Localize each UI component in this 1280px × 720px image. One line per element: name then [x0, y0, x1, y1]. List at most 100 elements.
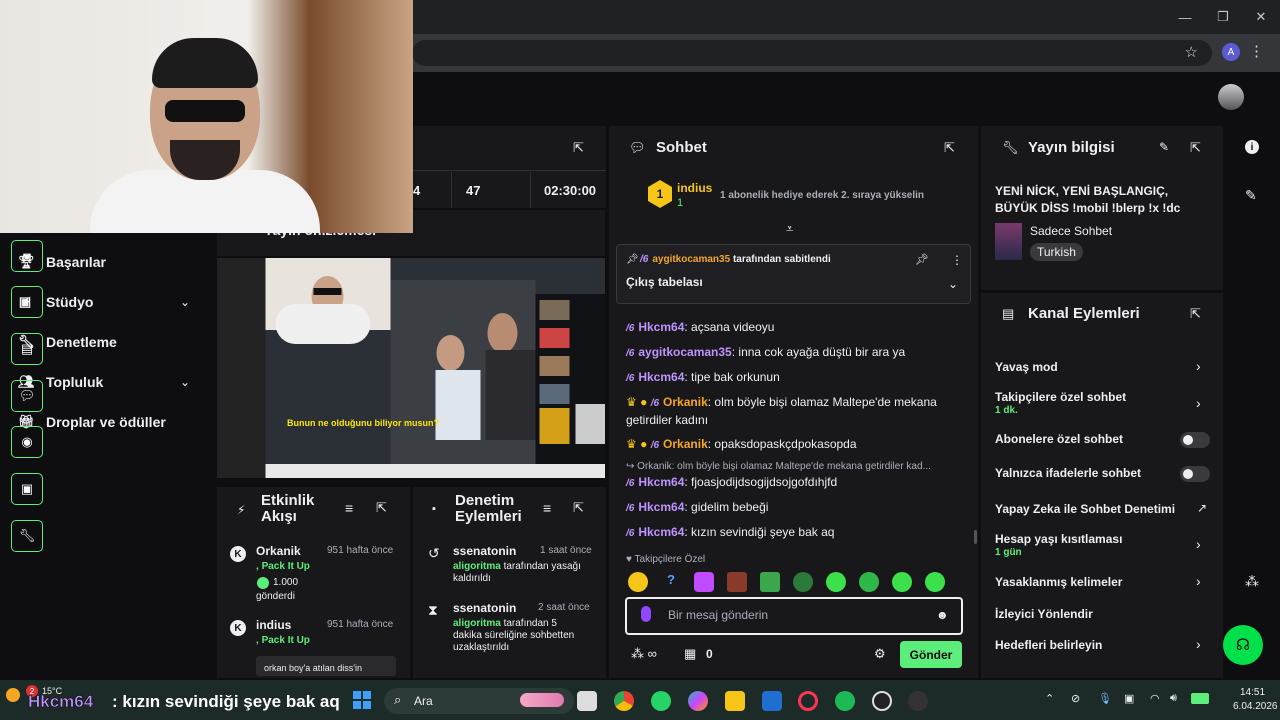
emote-only-toggle[interactable] [1180, 466, 1210, 482]
action-account-age[interactable]: Hesap yaşı kısıtlaması [995, 532, 1122, 546]
sub-only-toggle[interactable] [1180, 432, 1210, 448]
chevron-right-icon[interactable]: › [1196, 358, 1201, 374]
category-name[interactable]: Sadece Sohbet [1030, 224, 1112, 238]
sidebar-item-studio[interactable]: ▣ Stüdyo [18, 290, 198, 314]
camera-icon[interactable]: ◙ [11, 240, 43, 272]
action-raid[interactable]: İzleyici Yönlendir [995, 607, 1093, 621]
maximize-button[interactable]: ❐ [1204, 0, 1242, 34]
layout-icon[interactable]: ▣ [11, 473, 43, 505]
close-window-button[interactable]: ✕ [1242, 0, 1280, 34]
chevron-right-icon[interactable]: › [1196, 636, 1201, 652]
activity-user[interactable]: Orkanik [256, 544, 301, 558]
action-followers-only[interactable]: Takipçilere özel sohbet [995, 390, 1126, 404]
popout-icon[interactable]: ⇱ [1190, 306, 1201, 322]
emote-icon[interactable] [892, 572, 912, 592]
emote-icon[interactable] [859, 572, 879, 592]
tray-icon[interactable]: ⊘ [1071, 692, 1080, 705]
action-slow-mode[interactable]: Yavaş mod [995, 360, 1058, 374]
tag-pill[interactable]: Turkish [1030, 243, 1083, 261]
info-icon[interactable]: i [1245, 140, 1259, 154]
profile-avatar[interactable]: A [1222, 43, 1240, 61]
windows-start-icon[interactable] [353, 691, 371, 709]
action-emote-only[interactable]: Yalnızca ifadelerle sohbet [995, 466, 1141, 480]
collapse-icon[interactable]: ⩡ [786, 221, 793, 237]
popout-icon[interactable]: ⇱ [1190, 140, 1201, 156]
send-button[interactable]: Gönder [900, 641, 962, 668]
clock-date[interactable]: 6.04.2026 [1233, 701, 1278, 712]
edit-pencil-icon[interactable]: ✎ [1159, 140, 1169, 154]
unpin-icon[interactable]: 📌︎ [915, 253, 929, 266]
edit-pencil-icon[interactable]: ✎ [1245, 187, 1257, 204]
lightning-icon[interactable]: ⚡︎ [11, 286, 43, 318]
stream-preview[interactable]: Bunun ne olduğunu biliyor musun? [217, 258, 605, 478]
chat-scrollbar[interactable] [974, 530, 977, 544]
mod-target-user[interactable]: ssenatonin [453, 601, 516, 615]
mod-target-user[interactable]: ssenatonin [453, 544, 516, 558]
emote-icon[interactable] [793, 572, 813, 592]
spotify-icon[interactable] [835, 691, 855, 711]
user-avatar[interactable] [1218, 84, 1244, 110]
activity-user[interactable]: indius [256, 618, 291, 632]
copilot-icon[interactable] [688, 691, 708, 711]
top-gifter-user[interactable]: indius [677, 181, 712, 195]
wrench-icon[interactable]: 🔧︎ [11, 520, 43, 552]
emote-icon[interactable] [727, 572, 747, 592]
chat-bubble-icon[interactable]: 💬︎ [11, 380, 43, 412]
store-icon[interactable]: ▦ [684, 646, 696, 662]
chevron-right-icon[interactable]: › [1196, 573, 1201, 589]
emote-icon[interactable] [925, 572, 945, 592]
tray-icon[interactable]: ▣ [1124, 692, 1134, 705]
action-sub-only[interactable]: Abonelere özel sohbet [995, 432, 1123, 446]
file-explorer-icon[interactable] [725, 691, 745, 711]
action-banned-words[interactable]: Yasaklanmış kelimeler [995, 575, 1122, 589]
chevron-right-icon[interactable]: › [1196, 395, 1201, 411]
popout-icon[interactable]: ⇱ [944, 140, 955, 156]
wifi-icon[interactable]: ◠ [1150, 692, 1160, 705]
settings-gear-icon[interactable]: ⚙︎ [874, 646, 886, 662]
microphone-icon[interactable]: 🎙︎ [1098, 692, 1112, 705]
action-goals[interactable]: Hedefleri belirleyin [995, 638, 1102, 652]
emote-icon[interactable]: ? [661, 572, 681, 592]
filter-icon[interactable]: ≡ [345, 500, 353, 516]
emote-icon[interactable] [628, 572, 648, 592]
store-icon[interactable] [762, 691, 782, 711]
broadcast-icon[interactable]: ◉ [11, 426, 43, 458]
clock-time[interactable]: 14:51 [1240, 687, 1265, 698]
emoji-icon[interactable]: ☻ [936, 608, 949, 622]
browser-menu-icon[interactable]: ⋮ [1249, 42, 1264, 60]
emote-icon[interactable] [826, 572, 846, 592]
opera-icon[interactable] [798, 691, 818, 711]
whatsapp-icon[interactable] [651, 691, 671, 711]
external-link-icon[interactable]: ↗ [1197, 501, 1207, 515]
filter-icon[interactable]: ≡ [543, 500, 551, 516]
actions-icon: ▤ [1002, 306, 1015, 321]
media-player-icon[interactable] [872, 691, 892, 711]
chevron-right-icon[interactable]: › [1196, 536, 1201, 552]
channel-points-icon[interactable]: ⁂ ∞ [631, 646, 657, 662]
chevron-down-icon[interactable]: ⌄ [948, 277, 958, 291]
emote-icon[interactable] [760, 572, 780, 592]
pin-icon: 📌︎ [626, 254, 639, 265]
kicks-icon [257, 577, 269, 589]
obs-icon[interactable] [908, 691, 928, 711]
more-options-icon[interactable]: ⋮ [951, 253, 963, 267]
task-view-icon[interactable] [577, 691, 597, 711]
category-thumbnail[interactable] [995, 223, 1022, 260]
action-ai-moderation[interactable]: Yapay Zeka ile Sohbet Denetimi [995, 502, 1175, 516]
minimize-button[interactable]: — [1166, 0, 1204, 34]
channel-points-icon[interactable]: ⁂ [1245, 573, 1259, 590]
popout-icon[interactable]: ⇱ [573, 500, 584, 516]
battery-icon[interactable] [1191, 693, 1209, 704]
help-headset-icon[interactable]: ☊ [1223, 625, 1263, 665]
bookmark-star-icon[interactable]: ☆ [1185, 43, 1198, 61]
popout-icon[interactable]: ⇱ [573, 140, 584, 156]
notes-icon[interactable]: ▤ [11, 333, 43, 365]
tray-chevron-up-icon[interactable]: ⌃ [1045, 692, 1054, 705]
popout-icon[interactable]: ⇱ [376, 500, 387, 516]
emote-icon[interactable] [694, 572, 714, 592]
url-input[interactable] [412, 40, 1212, 66]
weather-icon[interactable] [6, 688, 20, 702]
chrome-icon[interactable] [614, 691, 634, 711]
microphone-icon[interactable] [641, 606, 651, 622]
volume-icon[interactable]: 🔊︎ [1170, 692, 1177, 705]
